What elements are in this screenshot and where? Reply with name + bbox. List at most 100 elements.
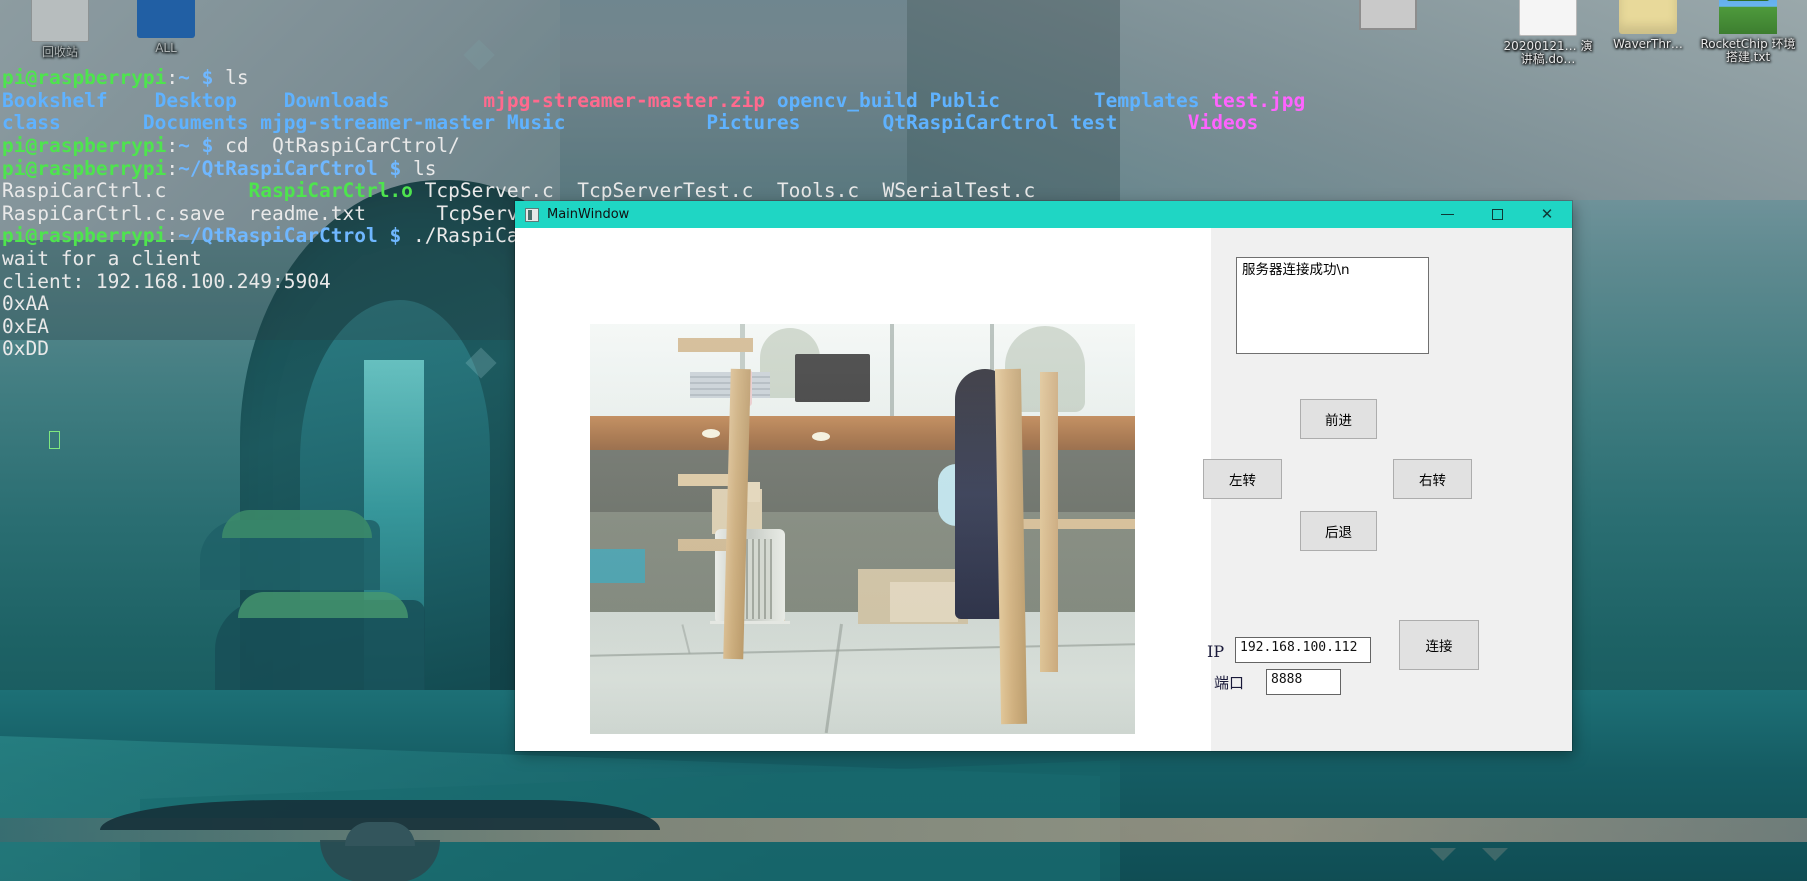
terminal-text: wait for a client <box>2 246 202 270</box>
terminal-text: ~/QtRaspiCarCtrol <box>178 156 378 180</box>
terminal-text: ls <box>401 156 437 180</box>
terminal-line: RaspiCarCtrl.c RaspiCarCtrl.o TcpServer.… <box>2 179 1120 203</box>
scroll-arrow-right[interactable] <box>1482 848 1508 861</box>
turn-left-button[interactable]: 左转 <box>1203 459 1282 499</box>
terminal-text: ~ <box>178 66 190 90</box>
terminal-text: Music <box>495 111 566 135</box>
terminal-text: ~/QtRaspiCarCtrol <box>178 224 378 248</box>
terminal-text: Bookshelf <box>2 88 108 112</box>
terminal-text: Documents <box>60 111 249 135</box>
terminal-text: Videos <box>1117 111 1259 135</box>
minimize-icon <box>1440 214 1454 215</box>
ip-label: IP <box>1207 642 1225 661</box>
desktop-icon-document[interactable]: 20200121… 演讲稿.do… <box>1500 0 1596 66</box>
terminal-text: TcpServer.c <box>412 179 554 203</box>
terminal-text: Tools.c <box>753 179 860 203</box>
terminal-text: client: 192.168.100.249:5904 <box>2 269 331 293</box>
video-pane <box>515 228 1211 751</box>
terminal-text: $ <box>201 133 214 157</box>
terminal-text: $ <box>201 66 214 90</box>
terminal-text: class <box>2 111 61 135</box>
desktop-icon-label: WaverThr… <box>1613 37 1683 51</box>
qt-main-window[interactable]: MainWindow ✕ 服务器连接成功\n 前进 左转 右转 后退 IP 19… <box>515 201 1572 751</box>
control-pane: 服务器连接成功\n 前进 左转 右转 后退 IP 192.168.100.112… <box>1203 228 1572 751</box>
scroll-arrow-left[interactable] <box>1430 848 1456 861</box>
terminal-text: mjpg-streamer-master.zip <box>389 88 766 112</box>
terminal-text: : <box>166 133 179 157</box>
folder-icon <box>1619 0 1677 34</box>
terminal-text: 0xEA <box>2 314 49 338</box>
terminal-line: pi@raspberrypi:~/QtRaspiCarCtrol $ ls <box>2 156 1120 181</box>
terminal-text: 0xAA <box>2 292 49 316</box>
terminal-text: Templates <box>999 88 1200 112</box>
window-controls: ✕ <box>1422 201 1572 228</box>
log-textedit[interactable]: 服务器连接成功\n <box>1236 257 1429 354</box>
terminal-cursor <box>48 430 60 449</box>
window-titlebar[interactable]: MainWindow ✕ <box>515 201 1572 228</box>
terminal-text: QtRaspiCarCtrol <box>800 111 1059 135</box>
terminal-text: RaspiCarCtrl.c.save readme.txt <box>2 201 366 225</box>
terminal-text: WSerialTest.c <box>859 179 1036 203</box>
terminal-text: $ <box>389 224 402 248</box>
port-input[interactable]: 8888 <box>1266 669 1341 695</box>
window-body: 服务器连接成功\n 前进 左转 右转 后退 IP 192.168.100.112… <box>515 228 1572 751</box>
terminal-text: Desktop <box>107 88 237 112</box>
desktop-icon-shell[interactable] <box>1340 0 1436 34</box>
terminal-text: opencv_build <box>765 88 918 112</box>
terminal-text: 0xDD <box>2 337 49 361</box>
window-title: MainWindow <box>547 207 630 222</box>
window-app-icon <box>525 207 539 222</box>
forward-button[interactable]: 前进 <box>1300 399 1377 439</box>
shell-icon <box>1359 0 1417 30</box>
desktop-icon-label: 20200121… 演讲稿.do… <box>1503 39 1593 66</box>
terminal-text: Public <box>917 88 1000 112</box>
minimize-button[interactable] <box>1422 201 1472 228</box>
document-icon <box>1519 0 1577 36</box>
terminal-text: RaspiCarCtrl.c <box>2 179 167 203</box>
terminal-text: : <box>166 224 179 248</box>
terminal-text: TcpServerTest.c <box>553 179 754 203</box>
terminal-text: $ <box>389 156 402 180</box>
terminal-text: pi@raspberrypi <box>2 133 167 157</box>
terminal-text: Downloads <box>236 88 390 112</box>
close-button[interactable]: ✕ <box>1522 201 1572 228</box>
maximize-button[interactable] <box>1472 201 1522 228</box>
cam-haze-overlay <box>590 324 1135 734</box>
turn-right-button[interactable]: 右转 <box>1393 459 1472 499</box>
terminal-line: pi@raspberrypi:~ $ ls <box>2 66 1120 90</box>
terminal-text: cd QtRaspiCarCtrol/ <box>213 133 460 157</box>
backward-button[interactable]: 后退 <box>1300 511 1377 551</box>
terminal-text: pi@raspberrypi <box>2 224 167 248</box>
terminal-text: Pictures <box>565 111 801 135</box>
desktop-icon-rocketchip-txt[interactable]: RocketChip 环境搭建.txt <box>1700 0 1796 64</box>
camera-feed-image <box>590 324 1135 734</box>
terminal-text: pi@raspberrypi <box>2 66 167 90</box>
desktop-icon-waver-folder[interactable]: WaverThr… <box>1600 0 1696 51</box>
terminal-text: : <box>166 66 179 90</box>
terminal-text: test <box>1058 111 1118 135</box>
terminal-text: test.jpg <box>1199 88 1306 112</box>
port-label: 端口 <box>1214 674 1245 692</box>
wallpaper-grass-1 <box>222 510 372 538</box>
terminal-text: : <box>166 156 179 180</box>
notepad-icon <box>1719 0 1777 34</box>
terminal-text: mjpg-streamer-master <box>248 111 496 135</box>
terminal-text: ~ <box>178 133 190 157</box>
maximize-icon <box>1491 209 1503 220</box>
desktop-icon-label: RocketChip 环境搭建.txt <box>1700 37 1796 64</box>
terminal-line: pi@raspberrypi:~ $ cd QtRaspiCarCtrol/ <box>2 133 1120 158</box>
terminal-text: ls <box>213 66 249 90</box>
terminal-text: pi@raspberrypi <box>2 156 167 180</box>
ip-input[interactable]: 192.168.100.112 <box>1235 637 1371 663</box>
wallpaper-grass-2 <box>238 592 408 618</box>
terminal-text: RaspiCarCtrl.o <box>166 179 413 203</box>
connect-button[interactable]: 连接 <box>1399 620 1479 670</box>
terminal-line: Bookshelf Desktop Downloads mjpg-streame… <box>2 88 1305 113</box>
close-icon: ✕ <box>1540 205 1554 223</box>
terminal-line: class Documents mjpg-streamer-master Mus… <box>2 111 1258 135</box>
wallpaper-boat-top <box>345 822 415 846</box>
